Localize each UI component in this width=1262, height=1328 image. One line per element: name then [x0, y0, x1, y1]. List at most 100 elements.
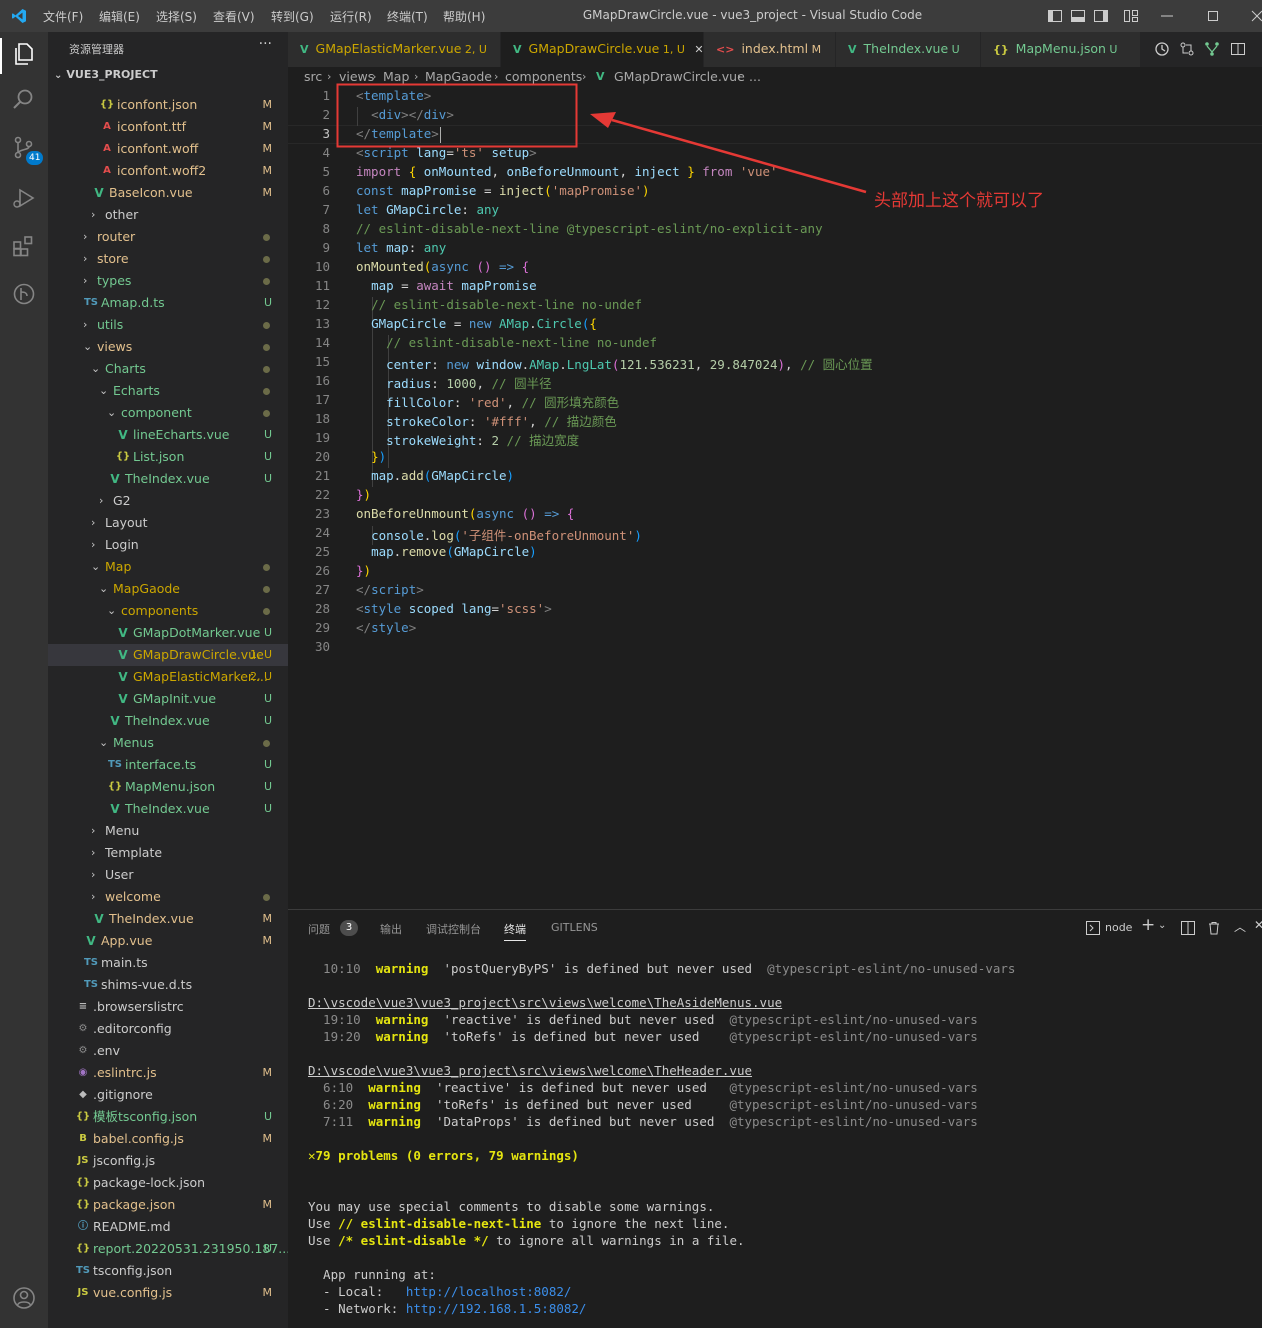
- breadcrumb-views[interactable]: views: [339, 67, 374, 87]
- tree-folder[interactable]: › G2: [48, 490, 288, 512]
- compare-changes-icon[interactable]: [1179, 41, 1195, 57]
- tree-folder[interactable]: › welcome: [48, 886, 288, 908]
- breadcrumb-file[interactable]: GMapDrawCircle.vue: [614, 67, 745, 87]
- more-actions-icon[interactable]: ···: [259, 36, 272, 52]
- tree-folder[interactable]: › Template: [48, 842, 288, 864]
- tree-file[interactable]: {} 模板tsconfig.json U: [48, 1106, 288, 1128]
- tree-file[interactable]: V BaseIcon.vue M: [48, 182, 288, 204]
- tree-file[interactable]: {} package.json M: [48, 1194, 288, 1216]
- close-tab-icon[interactable]: ✕: [691, 43, 703, 56]
- maximize-panel-icon[interactable]: ︿: [1234, 918, 1246, 935]
- tree-folder[interactable]: ⌄ Menus: [48, 732, 288, 754]
- tree-file[interactable]: V GMapElasticMarker.... 2, U: [48, 666, 288, 688]
- extensions-icon[interactable]: [8, 230, 40, 262]
- customize-layout-icon[interactable]: [1123, 8, 1139, 24]
- trash-icon[interactable]: [1207, 921, 1221, 935]
- tree-folder[interactable]: › router: [48, 226, 288, 248]
- new-terminal-icon[interactable]: +: [1141, 915, 1155, 935]
- tree-folder[interactable]: ⌄ components: [48, 600, 288, 622]
- tree-file[interactable]: TS Amap.d.ts U: [48, 292, 288, 314]
- tree-file[interactable]: JS jsconfig.js: [48, 1150, 288, 1172]
- close-window-icon[interactable]: [1250, 9, 1262, 23]
- editor-tab[interactable]: <> index.html M: [704, 32, 836, 67]
- terminal-selector[interactable]: node: [1105, 921, 1132, 934]
- split-editor-icon[interactable]: [1230, 41, 1246, 57]
- explorer-icon[interactable]: [8, 38, 40, 70]
- tree-file[interactable]: {} package-lock.json: [48, 1172, 288, 1194]
- tree-file[interactable]: ⚙ .editorconfig: [48, 1018, 288, 1040]
- editor-tab[interactable]: V GMapElasticMarker.vue 2, U: [288, 32, 501, 67]
- tree-folder[interactable]: › User: [48, 864, 288, 886]
- tree-folder[interactable]: › utils: [48, 314, 288, 336]
- tree-folder[interactable]: › Layout: [48, 512, 288, 534]
- tree-file[interactable]: VlineEcharts.vue U: [48, 424, 288, 446]
- tab-debug-console[interactable]: 调试控制台: [426, 921, 481, 937]
- breadcrumb-src[interactable]: src: [304, 67, 322, 87]
- breadcrumb-map[interactable]: Map: [383, 67, 409, 87]
- editor-tab[interactable]: V TheIndex.vue U: [836, 32, 981, 67]
- tree-file[interactable]: ≡ .browserslistrc: [48, 996, 288, 1018]
- account-icon[interactable]: [8, 1282, 40, 1314]
- tree-file[interactable]: V TheIndex.vue U: [48, 468, 288, 490]
- timeline-icon[interactable]: [1154, 41, 1170, 57]
- maximize-icon[interactable]: [1206, 9, 1220, 23]
- tab-gitlens[interactable]: GITLENS: [551, 921, 598, 934]
- tab-problems[interactable]: 问题: [308, 921, 330, 937]
- gitlens-compare-icon[interactable]: [1204, 41, 1220, 57]
- tree-folder[interactable]: ⌄ Echarts: [48, 380, 288, 402]
- project-root[interactable]: ⌄ VUE3_PROJECT: [54, 68, 158, 81]
- tree-folder[interactable]: ⌄ MapGaode: [48, 578, 288, 600]
- tree-file[interactable]: V GMapDrawCircle.vue 1, U: [48, 644, 288, 666]
- split-terminal-icon[interactable]: [1181, 921, 1195, 935]
- breadcrumb-mapgaode[interactable]: MapGaode: [425, 67, 492, 87]
- tree-folder[interactable]: ⌄ Charts: [48, 358, 288, 380]
- tree-file[interactable]: TS tsconfig.json: [48, 1260, 288, 1282]
- tree-file[interactable]: Bbabel.config.js M: [48, 1128, 288, 1150]
- toggle-panel-icon[interactable]: [1070, 8, 1086, 24]
- close-panel-icon[interactable]: ✕: [1254, 918, 1262, 932]
- tree-file[interactable]: ⚙ .env: [48, 1040, 288, 1062]
- tree-folder[interactable]: › other: [48, 204, 288, 226]
- tree-file[interactable]: Aiconfont.woff M: [48, 138, 288, 160]
- tree-folder[interactable]: › Login: [48, 534, 288, 556]
- tree-file[interactable]: TS main.ts: [48, 952, 288, 974]
- editor-tab[interactable]: {} MapMenu.json U: [981, 32, 1141, 67]
- tree-file[interactable]: Aiconfont.woff2 M: [48, 160, 288, 182]
- code-editor[interactable]: 1 <template> 2 <div></div> 3 </template> 4 <sc…: [288, 87, 1262, 909]
- tree-file[interactable]: V TheIndex.vue U: [48, 798, 288, 820]
- tree-file[interactable]: ⓘ README.md: [48, 1216, 288, 1238]
- search-icon[interactable]: [8, 84, 40, 116]
- tree-folder[interactable]: ⌄ component: [48, 402, 288, 424]
- tree-folder[interactable]: ⌄ Map: [48, 556, 288, 578]
- minimize-icon[interactable]: [1160, 9, 1174, 23]
- breadcrumb-components[interactable]: components: [505, 67, 582, 87]
- editor-tab[interactable]: V GMapDrawCircle.vue 1, U ✕: [501, 32, 704, 67]
- tree-file[interactable]: {} MapMenu.json U: [48, 776, 288, 798]
- tree-file[interactable]: {} List.json U: [48, 446, 288, 468]
- toggle-sidebar-icon[interactable]: [1047, 8, 1063, 24]
- breadcrumb-symbol[interactable]: ...: [749, 67, 761, 87]
- tab-output[interactable]: 输出: [380, 921, 402, 937]
- run-debug-icon[interactable]: [8, 182, 40, 214]
- tree-folder[interactable]: › types: [48, 270, 288, 292]
- tree-file[interactable]: V TheIndex.vue U: [48, 710, 288, 732]
- tree-file[interactable]: V GMapInit.vue U: [48, 688, 288, 710]
- tree-file[interactable]: {} report.20220531.231950.187... U: [48, 1238, 290, 1260]
- chevron-down-icon[interactable]: ⌄: [1158, 920, 1166, 931]
- tree-file[interactable]: ◉ .eslintrc.js M: [48, 1062, 288, 1084]
- tree-file[interactable]: TS shims-vue.d.ts: [48, 974, 288, 996]
- tree-file[interactable]: V TheIndex.vue M: [48, 908, 288, 930]
- tree-file[interactable]: V App.vue M: [48, 930, 288, 952]
- tree-folder[interactable]: › store: [48, 248, 288, 270]
- tree-file[interactable]: {} iconfont.json M: [48, 94, 288, 116]
- tab-terminal[interactable]: 终端: [504, 921, 526, 941]
- tree-folder[interactable]: ⌄ views: [48, 336, 288, 358]
- tree-file[interactable]: ◆ .gitignore: [48, 1084, 288, 1106]
- tree-file[interactable]: JS vue.config.js M: [48, 1282, 288, 1304]
- toggle-secondary-sidebar-icon[interactable]: [1093, 8, 1109, 24]
- tree-file[interactable]: Aiconfont.ttf M: [48, 116, 288, 138]
- tree-folder[interactable]: › Menu: [48, 820, 288, 842]
- tree-file[interactable]: TS interface.ts U: [48, 754, 288, 776]
- tree-file[interactable]: V GMapDotMarker.vue U: [48, 622, 288, 644]
- gitlens-icon[interactable]: [8, 278, 40, 310]
